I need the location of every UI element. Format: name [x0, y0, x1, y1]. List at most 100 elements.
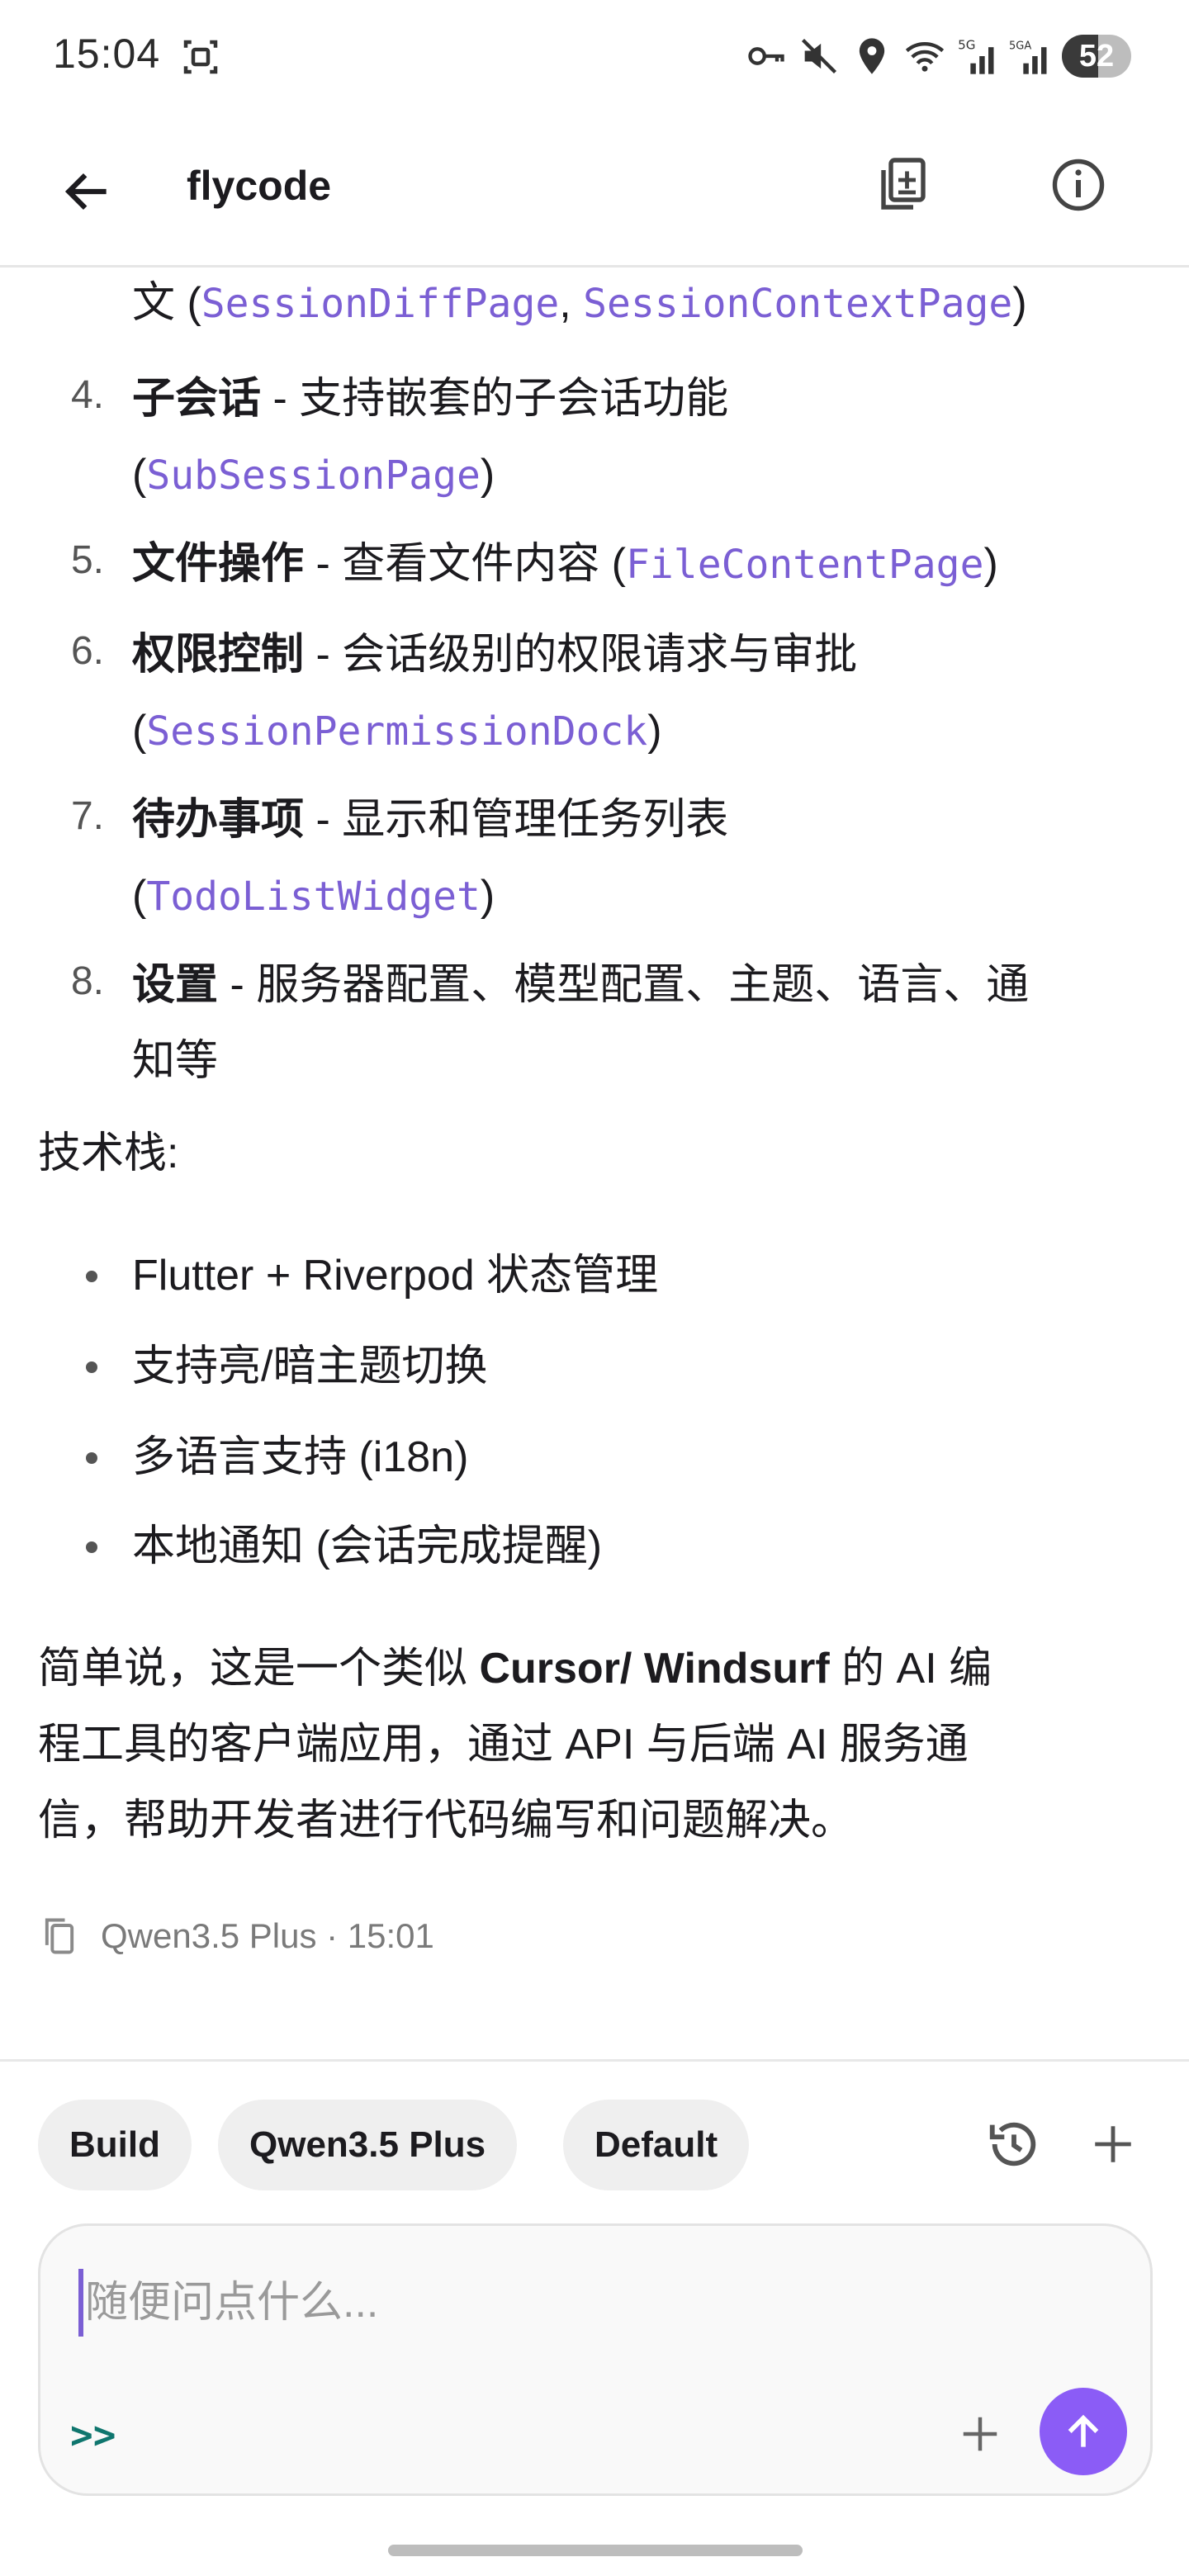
svg-text:5GA: 5GA [1009, 40, 1031, 52]
back-button[interactable] [48, 152, 127, 231]
wifi-icon [905, 42, 945, 72]
app-bar: flycode [0, 116, 1189, 268]
list-item-text: 权限控制 - 会话级别的权限请求与审批 (SessionPermissionDoc… [132, 617, 1156, 769]
arrow-up-icon [1068, 2414, 1099, 2447]
message-meta: Qwen3.5 Plus · 15:01 [38, 1911, 434, 1961]
list-number: 8. [70, 959, 104, 1003]
location-icon [859, 38, 885, 74]
vpn-key-icon [748, 47, 784, 65]
bullet-text: 多语言支持 (i18n) [132, 1433, 469, 1481]
status-bar: 15:04 5G 5GA 52 [0, 0, 1189, 116]
list-text: - 会话级别的权限请求与审批 [304, 631, 858, 679]
composer-panel: Build Qwen3.5 Plus Default >> [0, 2059, 1189, 2576]
history-icon [989, 2122, 1036, 2166]
copy-document-button[interactable] [864, 145, 943, 225]
list-tail: ) [983, 540, 998, 588]
bullet-item: Flutter + Riverpod 状态管理 [0, 1238, 1189, 1314]
code-span[interactable]: SessionDiffPage [201, 281, 559, 327]
list-text: - 显示和管理任务列表 [304, 796, 729, 844]
app-title: flycode [187, 163, 332, 209]
composer-box: >> [38, 2223, 1153, 2496]
model-chip[interactable]: Qwen3.5 Plus [218, 2100, 518, 2190]
copy-document-icon [881, 158, 926, 210]
list-number: 4. [70, 373, 104, 417]
list-item-text: 文件操作 - 查看文件内容 (FileContentPage) [132, 526, 1156, 603]
bullet-text: 本地通知 (会话完成提醒) [132, 1522, 603, 1570]
summary-text: 简单说，这是一个类似 [38, 1645, 480, 1693]
bullet-dot [86, 1361, 97, 1373]
status-icons: 5G 5GA 52 [745, 31, 1131, 81]
screenshot-icon [183, 40, 218, 74]
summary-text: 的 AI 编 [829, 1645, 992, 1693]
variant-chip[interactable]: Default [563, 2100, 750, 2190]
list-item-text: 设置 - 服务器配置、模型配置、主题、语言、通知等 [132, 947, 1156, 1099]
summary-bold: Cursor/ Windsurf [479, 1645, 830, 1693]
plus-icon [963, 2417, 997, 2451]
battery-indicator: 52 [1062, 35, 1131, 78]
copy-icon[interactable] [38, 1915, 81, 1958]
list-text: 文 ( [132, 279, 201, 327]
bullet-dot [86, 1541, 97, 1553]
tech-stack-heading: 技术栈: [38, 1129, 179, 1177]
list-tail: ) [480, 451, 495, 499]
bullet-item: 多语言支持 (i18n) [0, 1419, 1189, 1495]
bullet-dot [86, 1452, 97, 1464]
list-text: - 查看文件内容 ( [304, 540, 626, 588]
list-number: 5. [70, 538, 104, 582]
bullet-item: 本地通知 (会话完成提醒) [0, 1508, 1189, 1584]
code-span[interactable]: SubSessionPage [146, 452, 481, 499]
bullet-dot [86, 1271, 97, 1282]
info-icon [1052, 159, 1105, 211]
list-tail: ) [647, 707, 662, 755]
arrow-back-icon [64, 173, 107, 211]
list-bold: 设置 [132, 961, 219, 1009]
battery-level: 52 [1078, 38, 1115, 73]
list-tail: ) [480, 872, 495, 920]
home-indicator[interactable] [388, 2545, 803, 2556]
list-text: - 支持嵌套的子会话功能 [261, 375, 729, 423]
info-button[interactable] [1039, 145, 1118, 225]
list-bold: 待办事项 [132, 796, 305, 844]
agent-chip[interactable]: Build [38, 2100, 192, 2190]
send-button[interactable] [1040, 2388, 1127, 2475]
list-bold: 权限控制 [132, 631, 305, 679]
list-number: 7. [70, 794, 104, 838]
status-time: 15:04 [53, 31, 161, 77]
list-item-text: 子会话 - 支持嵌套的子会话功能 (SubSessionPage) [132, 361, 1156, 514]
svg-text:5G: 5G [958, 37, 975, 52]
summary-text: 信，帮助开发者进行代码编写和问题解决。 [38, 1797, 855, 1844]
history-button[interactable] [974, 2105, 1054, 2184]
list-number: 6. [70, 629, 104, 673]
list-item-text: 文 (SessionDiffPage, SessionContextPage) [132, 270, 1156, 342]
plus-icon [1095, 2126, 1131, 2162]
message-meta-text: Qwen3.5 Plus · 15:01 [101, 1916, 434, 1955]
list-prefix: ( [132, 451, 147, 499]
list-prefix: ( [132, 707, 147, 755]
signal-5ga-icon: 5GA [1009, 40, 1047, 74]
code-span[interactable]: FileContentPage [626, 542, 983, 588]
mute-icon [801, 38, 837, 74]
list-tail: ) [1012, 279, 1027, 327]
bullet-item: 支持亮/暗主题切换 [0, 1328, 1189, 1404]
code-span[interactable]: SessionContextPage [583, 281, 1012, 327]
summary-paragraph: 简单说，这是一个类似 Cursor/ Windsurf 的 AI 编 程工具的客… [38, 1631, 1161, 1859]
list-prefix: ( [132, 872, 147, 920]
new-session-button[interactable] [1073, 2105, 1153, 2184]
bullet-text: 支持亮/暗主题切换 [132, 1342, 488, 1390]
text-caret [78, 2269, 83, 2337]
code-span[interactable]: TodoListWidget [146, 874, 481, 920]
code-span[interactable]: SessionPermissionDock [146, 708, 647, 755]
attach-button[interactable] [940, 2394, 1020, 2474]
list-bold: 子会话 [132, 375, 262, 423]
list-separator: , [559, 279, 584, 327]
mode-indicator[interactable]: >> [70, 2413, 116, 2457]
list-item-text: 待办事项 - 显示和管理任务列表 (TodoListWidget) [132, 782, 1156, 935]
list-text: - 服务器配置、模型配置、主题、语言、通 [218, 961, 1030, 1009]
list-text-line2: 知等 [132, 1037, 219, 1085]
summary-text: 程工具的客户端应用，通过 API 与后端 AI 服务通 [38, 1721, 969, 1769]
list-bold: 文件操作 [132, 540, 305, 588]
signal-5g-icon: 5G [958, 37, 994, 74]
message-input[interactable] [85, 2259, 1076, 2346]
bullet-text: Flutter + Riverpod 状态管理 [132, 1252, 659, 1300]
message-content: 文 (SessionDiffPage, SessionContextPage) … [0, 270, 1189, 2062]
